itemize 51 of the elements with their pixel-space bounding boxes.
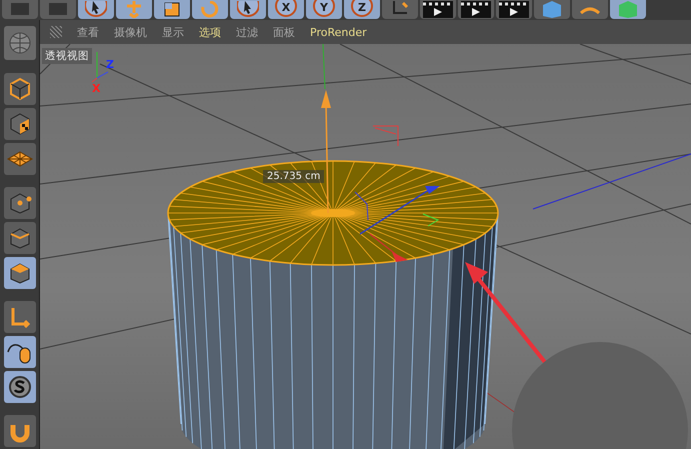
toolbar-button[interactable]: X: [268, 0, 304, 19]
menu-item[interactable]: 摄像机: [114, 24, 147, 40]
toolbar-button[interactable]: Z: [344, 0, 380, 19]
toolbar-button[interactable]: [420, 0, 456, 19]
grip-icon: [50, 26, 62, 38]
cube-polygons-icon: [8, 261, 32, 285]
measurement-label: 25.735 cm: [263, 170, 324, 183]
cube-icon: [8, 77, 30, 101]
toolbar-button[interactable]: Y: [306, 0, 342, 19]
axis-label: X: [92, 82, 100, 95]
menu-item[interactable]: 过滤: [236, 24, 258, 40]
rotate-icon: [199, 1, 221, 18]
clapboard-icon: [499, 1, 529, 18]
menu-item[interactable]: 查看: [77, 24, 99, 40]
clapboard-icon: [423, 1, 453, 18]
tool-button[interactable]: [4, 108, 36, 140]
polyhedron-icon: [617, 1, 639, 18]
toolbar-button[interactable]: [458, 0, 494, 19]
tool-button[interactable]: [4, 415, 36, 447]
clapboard-icon: [461, 1, 491, 18]
menu-item[interactable]: ProRender: [310, 26, 367, 38]
globe-icon: [8, 31, 32, 55]
tool-button[interactable]: [4, 257, 36, 289]
snap-icon: [8, 375, 32, 399]
tool-button[interactable]: [4, 187, 36, 219]
pointer-icon: [237, 1, 259, 18]
axis-label: Z: [106, 58, 114, 71]
cube-icon: [541, 1, 563, 18]
tool-button[interactable]: [4, 143, 36, 175]
toolbar-button[interactable]: [230, 0, 266, 19]
tool-button[interactable]: [4, 73, 36, 105]
menu-item[interactable]: 面板: [273, 24, 295, 40]
toolbar-button[interactable]: [154, 0, 190, 19]
tool-button[interactable]: [4, 336, 36, 368]
tool-button[interactable]: [4, 222, 36, 254]
corner-axis-drawing: [92, 52, 108, 82]
grid-plane-icon: [6, 151, 32, 167]
cube-points-icon: [8, 191, 32, 215]
globe-button[interactable]: [4, 26, 36, 60]
viewport[interactable]: 透视视图 Z X 25.735 cm: [40, 44, 691, 449]
cube-edges-icon: [8, 226, 32, 250]
menu-item[interactable]: 显示: [162, 24, 184, 40]
axis-icon: [8, 306, 30, 328]
checker-cube-icon: [8, 112, 30, 136]
viewport-title: 透视视图: [42, 48, 92, 64]
toolbar-button[interactable]: [496, 0, 532, 19]
pointer-icon: [85, 1, 107, 18]
toolbar-button[interactable]: [78, 0, 114, 19]
tool-button[interactable]: [4, 371, 36, 403]
menu-item[interactable]: 选项: [199, 24, 221, 40]
tool-button[interactable]: [4, 301, 36, 333]
